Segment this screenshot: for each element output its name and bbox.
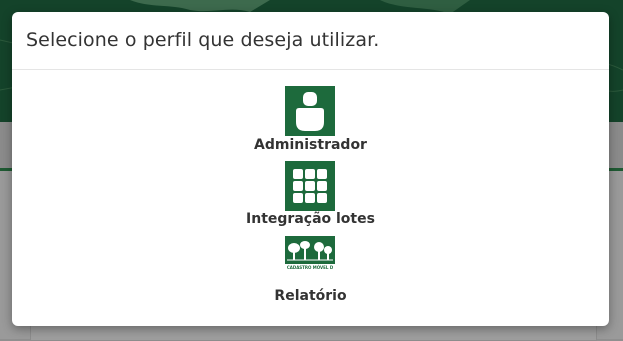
user-icon[interactable] (285, 86, 335, 136)
modal-title: Selecione o perfil que deseja utilizar. (26, 29, 380, 51)
profile-label[interactable]: Relatório (12, 288, 609, 304)
forest-logo[interactable]: CADASTRO MÓVEL D (285, 236, 335, 272)
logo-caption: CADASTRO MÓVEL D (285, 264, 335, 272)
profile-label[interactable]: Administrador (12, 137, 609, 153)
profile-select-modal: Selecione o perfil que deseja utilizar. … (12, 12, 609, 326)
profile-label[interactable]: Integração lotes (12, 211, 609, 227)
modal-header: Selecione o perfil que deseja utilizar. (12, 12, 609, 70)
grid-icon[interactable] (285, 161, 335, 211)
tree-icon (287, 241, 333, 261)
